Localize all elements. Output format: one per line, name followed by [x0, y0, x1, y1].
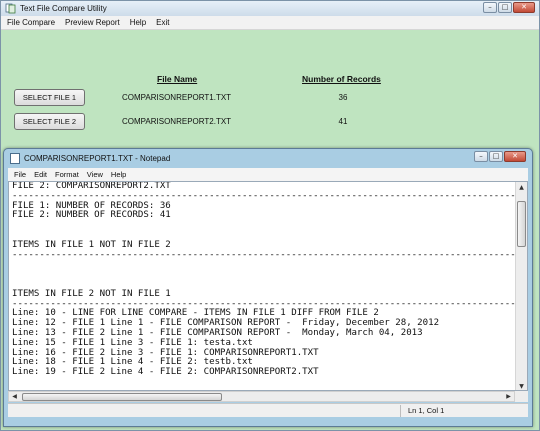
notepad-minimize-icon[interactable]: –: [474, 151, 488, 162]
notepad-menu-file[interactable]: File: [14, 170, 26, 179]
close-icon[interactable]: ✕: [513, 2, 535, 13]
minimize-icon[interactable]: –: [483, 2, 497, 13]
notepad-maximize-icon[interactable]: □: [489, 151, 503, 162]
menu-help[interactable]: Help: [130, 18, 146, 27]
vertical-scroll-thumb[interactable]: [517, 201, 526, 247]
size-grip-icon: [515, 391, 528, 402]
text-line: FILE 2: NUMBER OF RECORDS: 41: [12, 210, 171, 221]
main-window-title: Text File Compare Utility: [20, 4, 107, 13]
notepad-menu-view[interactable]: View: [87, 170, 103, 179]
scroll-left-icon[interactable]: ◀: [9, 392, 20, 402]
notepad-close-icon[interactable]: ✕: [504, 151, 526, 162]
notepad-titlebar: COMPARISONREPORT1.TXT - Notepad: [4, 149, 532, 167]
number-of-records-header: Number of Records: [302, 74, 381, 84]
file-1-record-count: 36: [338, 93, 348, 102]
maximize-icon[interactable]: □: [498, 2, 512, 13]
notepad-menubar: File Edit Format View Help: [8, 168, 528, 181]
status-divider: [400, 405, 401, 417]
scroll-down-icon[interactable]: ▼: [516, 381, 527, 390]
select-file-1-button[interactable]: SELECT FILE 1: [14, 89, 85, 106]
menu-file-compare[interactable]: File Compare: [7, 18, 55, 27]
notepad-menu-help[interactable]: Help: [111, 170, 126, 179]
notepad-text-area[interactable]: FILE 2: COMPARISONREPORT2.TXT ----------…: [8, 181, 528, 391]
select-file-2-button[interactable]: SELECT FILE 2: [14, 113, 85, 130]
text-line: [12, 221, 515, 231]
file-name-header: File Name: [157, 74, 198, 84]
text-line: ----------------------------------------…: [12, 249, 515, 260]
main-titlebar: Text File Compare Utility – □ ✕: [1, 1, 539, 16]
file-2-name: COMPARISONREPORT2.TXT: [122, 117, 232, 126]
cursor-position: Ln 1, Col 1: [408, 406, 445, 415]
notepad-statusbar: Ln 1, Col 1: [8, 403, 528, 417]
scroll-right-icon[interactable]: ▶: [503, 392, 514, 402]
file-1-name: COMPARISONREPORT1.TXT: [122, 93, 232, 102]
text-line: Line: 19 - FILE 2 Line 4 - FILE 2: COMPA…: [12, 367, 319, 378]
text-line: [12, 270, 515, 280]
horizontal-scrollbar[interactable]: ◀ ▶: [8, 391, 515, 402]
vertical-scrollbar[interactable]: ▲ ▼: [515, 182, 527, 390]
notepad-icon: [10, 152, 20, 164]
notepad-menu-format[interactable]: Format: [55, 170, 79, 179]
file-2-record-count: 41: [338, 117, 348, 126]
text-line: [12, 260, 515, 270]
scroll-up-icon[interactable]: ▲: [516, 182, 527, 193]
notepad-window: COMPARISONREPORT1.TXT - Notepad – □ ✕ Fi…: [3, 148, 533, 427]
app-icon: [5, 3, 16, 14]
horizontal-scroll-thumb[interactable]: [22, 393, 222, 401]
menu-preview-report[interactable]: Preview Report: [65, 18, 120, 27]
menu-exit[interactable]: Exit: [156, 18, 169, 27]
notepad-title: COMPARISONREPORT1.TXT - Notepad: [24, 153, 171, 163]
main-menubar: File Compare Preview Report Help Exit: [1, 16, 539, 30]
notepad-menu-edit[interactable]: Edit: [34, 170, 47, 179]
